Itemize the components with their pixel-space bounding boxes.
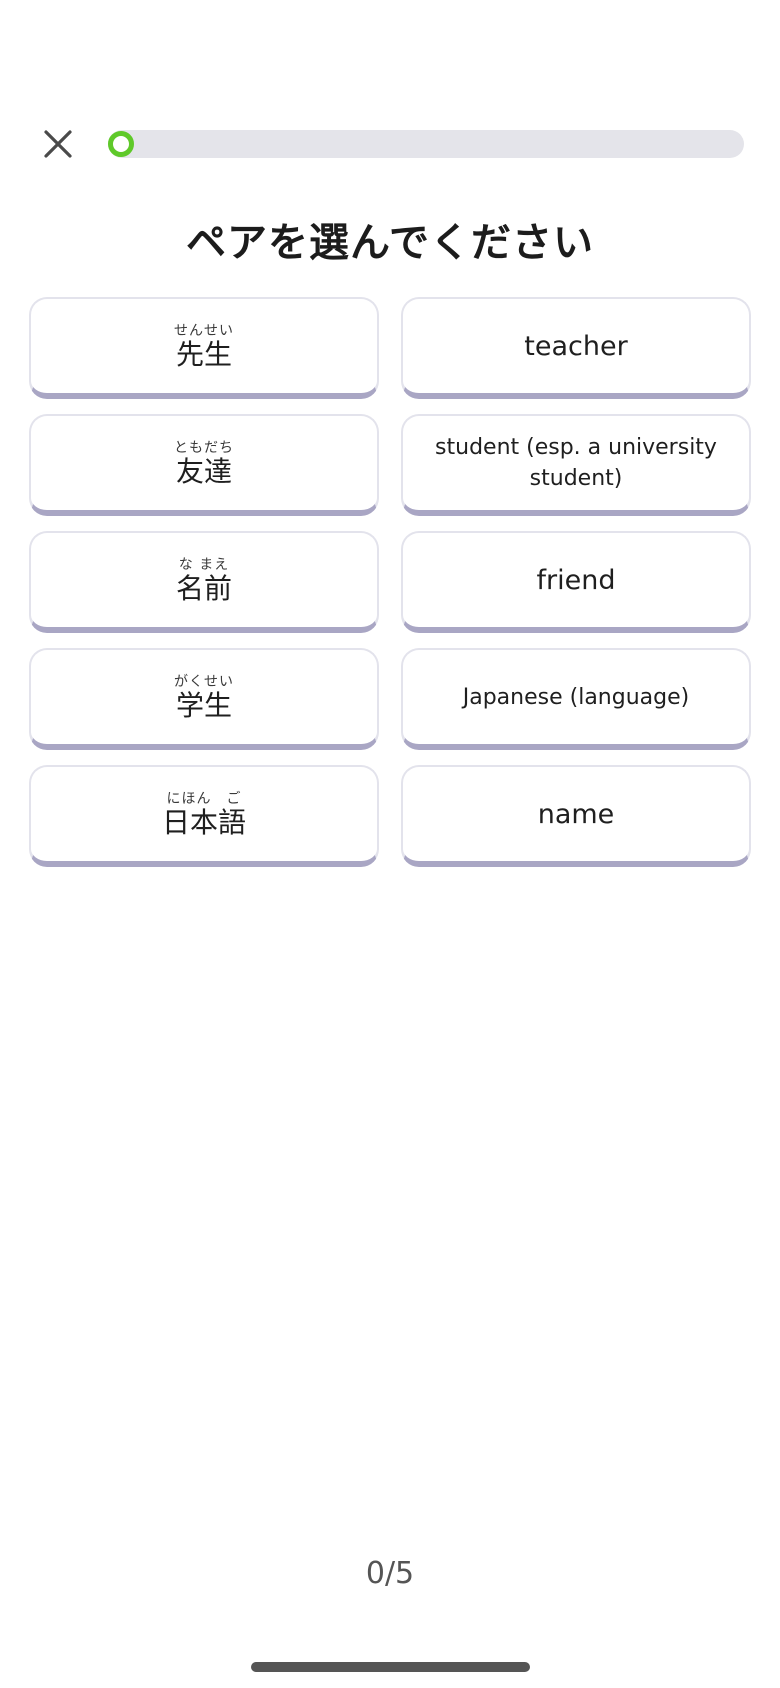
- english-word: student (esp. a university student): [435, 435, 717, 491]
- word-card-english[interactable]: friend: [401, 531, 751, 633]
- english-word: friend: [536, 564, 616, 596]
- word-card-english[interactable]: name: [401, 765, 751, 867]
- word-card-english[interactable]: Japanese (language): [401, 648, 751, 750]
- match-counter: 0/5: [365, 1556, 415, 1591]
- close-button[interactable]: [38, 124, 78, 164]
- home-indicator[interactable]: [251, 1662, 530, 1672]
- english-word: Japanese (language): [462, 684, 690, 710]
- pair-grid: せんせい 先生 teacher ともだち 友達 student (esp. a …: [29, 297, 751, 867]
- furigana: な まえ: [178, 556, 230, 573]
- kanji-word: 先生: [175, 337, 232, 371]
- kanji-word: 名前: [175, 571, 232, 605]
- progress-indicator: [108, 131, 134, 157]
- word-card-english[interactable]: teacher: [401, 297, 751, 399]
- furigana: にほん ご: [166, 790, 242, 807]
- word-card-japanese[interactable]: ともだち 友達: [29, 414, 379, 516]
- word-card-japanese[interactable]: がくせい 学生: [29, 648, 379, 750]
- kanji-word: 学生: [175, 688, 232, 722]
- english-word: teacher: [524, 330, 628, 362]
- furigana: ともだち: [174, 439, 234, 456]
- close-icon: [44, 130, 72, 158]
- kanji-word: 友達: [175, 454, 232, 488]
- english-word: name: [537, 798, 615, 830]
- page-title: ペアを選んでください: [186, 220, 594, 266]
- furigana: せんせい: [174, 322, 234, 339]
- word-card-japanese[interactable]: にほん ご 日本語: [29, 765, 379, 867]
- word-card-japanese[interactable]: な まえ 名前: [29, 531, 379, 633]
- word-card-japanese[interactable]: せんせい 先生: [29, 297, 379, 399]
- progress-bar: [108, 130, 744, 158]
- word-card-english[interactable]: student (esp. a university student): [401, 414, 751, 516]
- kanji-word: 日本語: [161, 805, 246, 839]
- furigana: がくせい: [174, 673, 234, 690]
